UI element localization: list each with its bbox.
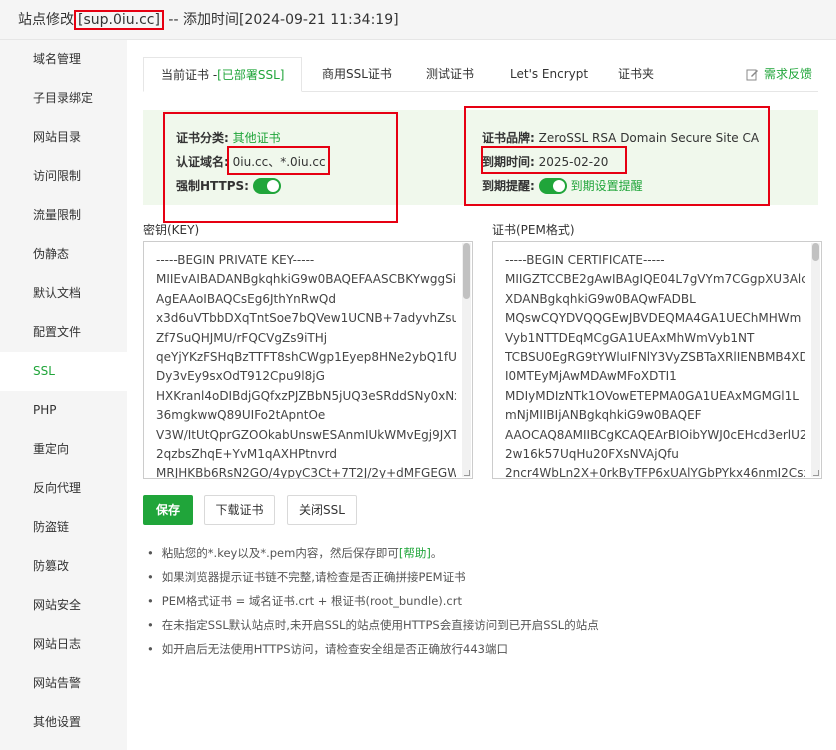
tab-commercial-ssl[interactable]: 商用SSL证书 [322,57,392,92]
cert-line: MIIGZTCCBE2gAwIBAgIQE04L7gVYm7CGgpXU3Alc [505,272,805,287]
sidebar-item-hotlink[interactable]: 防盗链 [0,508,127,547]
sidebar-item-reverse-proxy[interactable]: 反向代理 [0,469,127,508]
sidebar-item-site-dir[interactable]: 网站目录 [0,118,127,157]
tab-test-cert[interactable]: 测试证书 [426,57,474,92]
key-line: 2qzbsZhqE+YvM1qAXHPtnvrd [156,447,337,462]
sidebar-item-tamper[interactable]: 防篡改 [0,547,127,586]
sidebar-item-default-doc[interactable]: 默认文档 [0,274,127,313]
sidebar-item-subdir[interactable]: 子目录绑定 [0,79,127,118]
tab-current-cert[interactable]: 当前证书 -[已部署SSL] [143,57,303,92]
cert-line: Vyb1NTTDEqMCgGA1UEAxMhWmVyb1NT [505,330,755,345]
save-button[interactable]: 保存 [143,495,193,525]
cert-panel-title: 证书(PEM格式) [492,223,575,237]
cert-line: MQswCQYDVQQGEwJBVDEQMA4GA1UEChMHWm [505,311,802,326]
cert-line: TCBSU0EgRG9tYWluIFNlY3VyZSBTaXRlIENBMB4X… [505,350,805,365]
sidebar-item-php[interactable]: PHP [0,391,127,430]
cert-line: XDANBgkqhkiG9w0BAQwFADBL [505,291,696,306]
cert-scrollbar[interactable] [811,243,820,477]
sidebar-item-rewrite[interactable]: 伪静态 [0,235,127,274]
key-line: qeYjYKzFSHqBzTTFT8shCWgp1Eyep8HNe2ybQ1fU… [156,350,456,365]
cert-line: AAOCAQ8AMIIBCgKCAQEArBIOibYWJ0cEHcd3erlU… [505,427,805,442]
sidebar-item-logs[interactable]: 网站日志 [0,625,127,664]
sidebar-item-access-limit[interactable]: 访问限制 [0,157,127,196]
cert-line: I0MTEyMjAwMDAwMFoXDTI1 [505,369,677,384]
key-line: MIIEvAIBADANBgkqhkiG9w0BAQEFAASCBKYwggSi [156,272,456,287]
key-line: AgEAAoIBAQCsEg6JthYnRwQd [156,291,336,306]
close-ssl-button[interactable]: 关闭SSL [287,495,357,525]
key-line: 36mgkwwQ89UIFo2tApntOe [156,408,326,423]
key-line: Zf7SuQHJMU/rFQCVgZs9iTHj [156,330,328,345]
key-textarea[interactable]: -----BEGIN PRIVATE KEY----- MIIEvAIBADANB… [143,241,473,479]
tab-cert-folder[interactable]: 证书夹 [618,57,654,92]
note-item: 粘贴您的*.key以及*.pem内容，然后保存即可[帮助]。 [147,543,599,567]
cert-textarea[interactable]: -----BEGIN CERTIFICATE----- MIIGZTCCBE2gA… [492,241,822,479]
title-suffix: -- 添加时间[2024-09-21 11:34:19] [163,12,399,28]
key-resize-handle[interactable] [464,470,470,476]
edit-icon [746,69,758,81]
title-prefix: 站点修改 [18,12,74,28]
dialog-title-bar: 站点修改 [sup.0iu.cc] -- 添加时间[2024-09-21 11:3… [0,0,836,40]
key-line: V3W/ItUtQprGZOOkabUnswESAnmIUkWMvEgj9JXT [156,427,456,442]
feedback-label: 需求反馈 [763,67,812,81]
feedback-link[interactable]: 需求反馈 [746,57,812,92]
key-text: -----BEGIN PRIVATE KEY----- MIIEvAIBADANB… [156,251,456,479]
tab-current-cert-label: 当前证书 - [161,68,218,82]
sidebar-item-ssl[interactable]: SSL [0,352,127,391]
note-item: 在未指定SSL默认站点时,未开启SSL的站点使用HTTPS会直接访问到已开启SS… [147,615,599,639]
cert-resize-handle[interactable] [813,470,819,476]
key-line: Dy3vEy9sxOdT912Cpu9l8jG [156,369,325,384]
cert-line: MDIyMDIzNTk1OVowETEPMA0GA1UEAxMGMGl1L [505,388,799,403]
key-line: -----BEGIN PRIVATE KEY----- [156,253,315,267]
sidebar-item-alert[interactable]: 网站告警 [0,664,127,703]
dialog-title: 站点修改 [sup.0iu.cc] -- 添加时间[2024-09-21 11:3… [18,9,399,30]
key-panel-title: 密钥(KEY) [143,223,200,237]
tab-lets-encrypt[interactable]: Let's Encrypt [510,57,588,92]
sidebar-item-security[interactable]: 网站安全 [0,586,127,625]
cert-line: 2ncr4WbLn2X+0rkByTFP6xUAlYGbPYkx46nmI2Cs… [505,466,805,479]
key-line: MRJHKBb6RsN2GO/4ypyC3Ct+7T2J/2y+dMFGEGW [156,466,456,479]
cert-text: -----BEGIN CERTIFICATE----- MIIGZTCCBE2gA… [505,251,805,479]
sidebar-item-domain[interactable]: 域名管理 [0,40,127,79]
sidebar-item-redirect[interactable]: 重定向 [0,430,127,469]
help-notes: 粘贴您的*.key以及*.pem内容，然后保存即可[帮助]。 如果浏览器提示证书… [147,543,599,663]
cert-line: mNjMIIBIjANBgkqhkiG9w0BAQEF [505,408,702,423]
highlight-box-expiry [481,146,627,174]
note-item: 如开启后无法使用HTTPS访问，请检查安全组是否正确放行443端口 [147,639,599,663]
key-line: x3d6uVTbbDXqTntSoe7bQVew1UCNB+7adyvhZsuf [156,311,456,326]
site-name: [sup.0iu.cc] [74,10,164,30]
cert-line: -----BEGIN CERTIFICATE----- [505,253,665,267]
help-link[interactable]: [帮助] [399,546,431,560]
key-line: HXKranl4oDIBdjGQfxzPJZBbN5jUQ3eSRddSNy0x… [156,388,456,403]
ssl-tabs: 当前证书 -[已部署SSL] 商用SSL证书 测试证书 Let's Encryp… [143,57,818,92]
cert-scroll-thumb[interactable] [812,243,819,261]
sidebar-item-traffic-limit[interactable]: 流量限制 [0,196,127,235]
sidebar-item-other[interactable]: 其他设置 [0,703,127,742]
cert-line: 2w16k57UqHu20FXsNVAjQfu [505,447,679,462]
download-cert-button[interactable]: 下载证书 [204,495,275,525]
sidebar: 域名管理 子目录绑定 网站目录 访问限制 流量限制 伪静态 默认文档 配置文件 … [0,40,127,750]
sidebar-item-config[interactable]: 配置文件 [0,313,127,352]
note-item: PEM格式证书 = 域名证书.crt + 根证书(root_bundle).cr… [147,591,599,615]
tab-current-cert-status: [已部署SSL] [217,68,285,82]
key-scrollbar[interactable] [462,243,471,477]
key-scroll-thumb[interactable] [463,243,470,299]
note-item: 如果浏览器提示证书链不完整,请检查是否正确拼接PEM证书 [147,567,599,591]
highlight-box-domain [227,146,330,175]
